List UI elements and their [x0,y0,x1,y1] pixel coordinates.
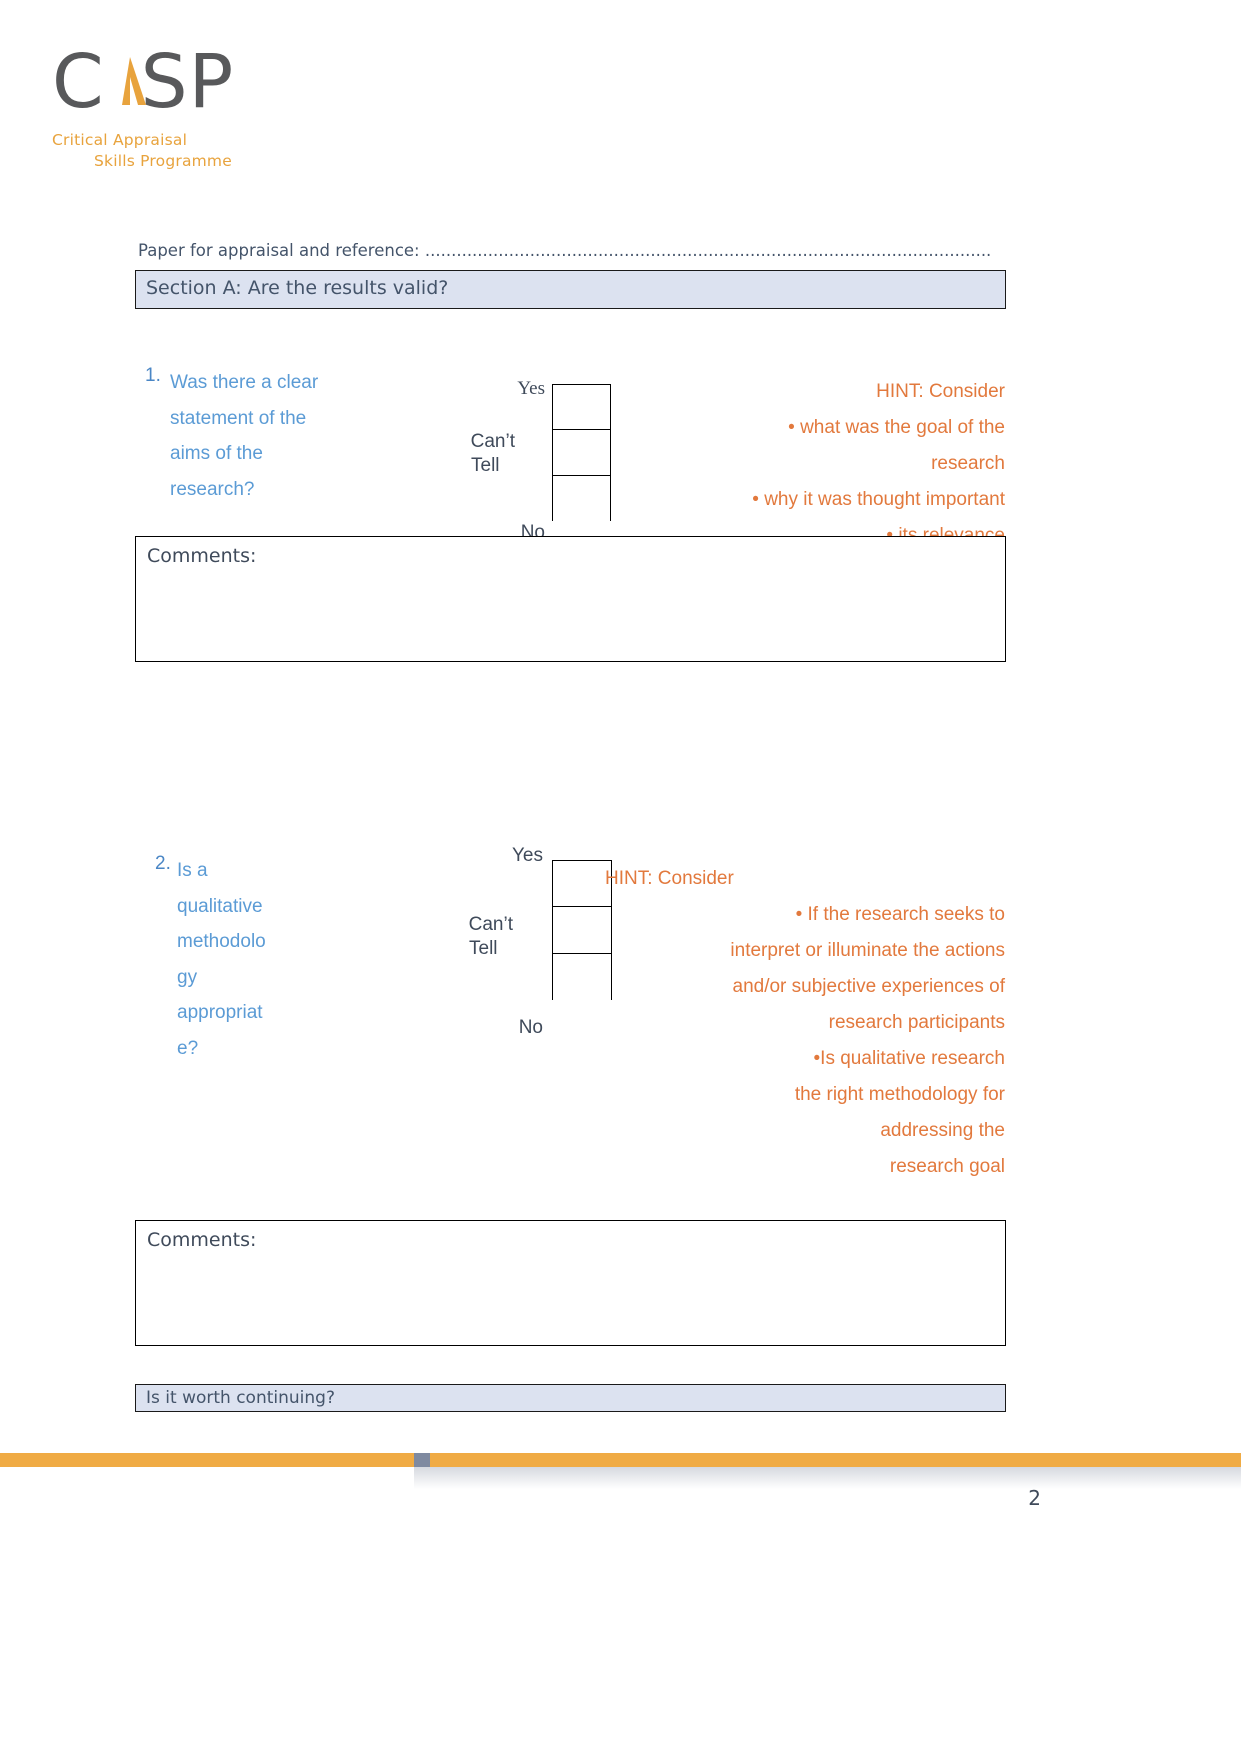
question-1-comments-label: Comments: [147,545,257,567]
question-1-hint-line-4: • why it was thought important [752,489,1005,510]
casp-logo-arrow-icon [122,57,146,105]
question-2-hint-line-8: addressing the [880,1120,1005,1141]
question-1-line-2: statement of the [170,407,307,429]
question-2-checkbox-cant-tell[interactable] [553,907,611,954]
question-2-hint-line-4: and/or subjective experiences of [732,976,1006,997]
question-2-line-3: methodolo [177,931,266,952]
question-1-line-4: research? [170,478,255,500]
question-1-hint-line-1: HINT: Consider [876,381,1005,402]
question-2-line-6: e? [177,1037,199,1059]
question-1-label-cant-tell-line2: Tell [471,455,500,476]
question-2-checkbox-no[interactable] [553,954,611,1001]
footer-stripe [0,1453,1241,1467]
question-2-label-cant-tell-line2: Tell [469,938,498,959]
question-1-text: Was there a clear statement of the aims … [170,365,370,507]
question-2-line-1: Is a [177,860,208,881]
question-1-line-1: Was there a clear [170,372,319,393]
casp-logo-letter-c: C [52,39,105,125]
question-2-label-no: No [518,1017,543,1038]
casp-logo-mark: C SP [52,39,233,125]
question-2-hint-line-5: research participants [828,1012,1005,1033]
casp-logo: C SP Critical Appraisal Skills Programme [52,39,292,172]
question-2-hint-line-6: •Is qualitative research [813,1048,1005,1069]
question-2-hint-line-2: • If the research seeks to [795,904,1005,925]
question-2-hint-line-7: the right methodology for [794,1084,1005,1105]
section-a-header: Section A: Are the results valid? [135,270,1006,309]
casp-logo-letters-sp: SP [140,39,235,125]
question-2-answer-stack[interactable] [552,860,612,1001]
question-1-hint-line-3: research [931,453,1005,474]
question-1-hint-line-2: • what was the goal of the [788,417,1005,438]
question-1-checkbox-no[interactable] [553,476,610,522]
casp-logo-subtitle-line1: Critical Appraisal [52,131,188,149]
question-1-line-3: aims of the [170,443,263,464]
question-2-number: 2. [155,853,171,874]
question-2-label-yes: Yes [512,845,543,866]
question-2-hint: HINT: Consider • If the research seeks t… [605,861,1005,1185]
question-2-text: Is a qualitative methodolo gy appropriat… [177,853,312,1066]
question-2-label-cant-tell: Can’t Tell [380,913,513,961]
question-1-comments-box[interactable]: Comments: [135,536,1006,662]
question-1-label-yes: Yes [517,378,545,399]
question-1-number: 1. [145,365,161,386]
question-2-hint-line-1: HINT: Consider [605,868,734,889]
question-1-label-cant-tell-line1: Can’t [470,431,515,452]
question-1-label-cant-tell: Can’t Tell [380,430,515,478]
question-2-label-cant-tell-line1: Can’t [468,914,513,935]
question-1-hint: HINT: Consider • what was the goal of th… [620,374,1005,554]
question-2-hint-line-3: interpret or illuminate the actions [730,940,1005,961]
question-2-line-4: gy [177,966,198,988]
question-2-checkbox-yes[interactable] [553,861,611,907]
question-1-checkbox-yes[interactable] [553,385,610,430]
footer-shadow [414,1467,1241,1489]
worth-continuing-header: Is it worth continuing? [135,1384,1006,1412]
page-number: 2 [1028,1486,1041,1510]
question-2-comments-label: Comments: [147,1229,257,1251]
question-2-line-5: appropriat [177,1002,263,1023]
question-1-answer-stack[interactable] [552,384,611,522]
question-2-hint-line-9: research goal [889,1156,1005,1177]
question-2-line-2: qualitative [177,895,263,917]
question-1-checkbox-cant-tell[interactable] [553,430,610,476]
paper-reference-line: Paper for appraisal and reference: .....… [138,241,992,260]
footer-stripe-tick [414,1453,430,1467]
question-2-comments-box[interactable]: Comments: [135,1220,1006,1346]
casp-logo-subtitle-line2: Skills Programme [94,152,232,170]
